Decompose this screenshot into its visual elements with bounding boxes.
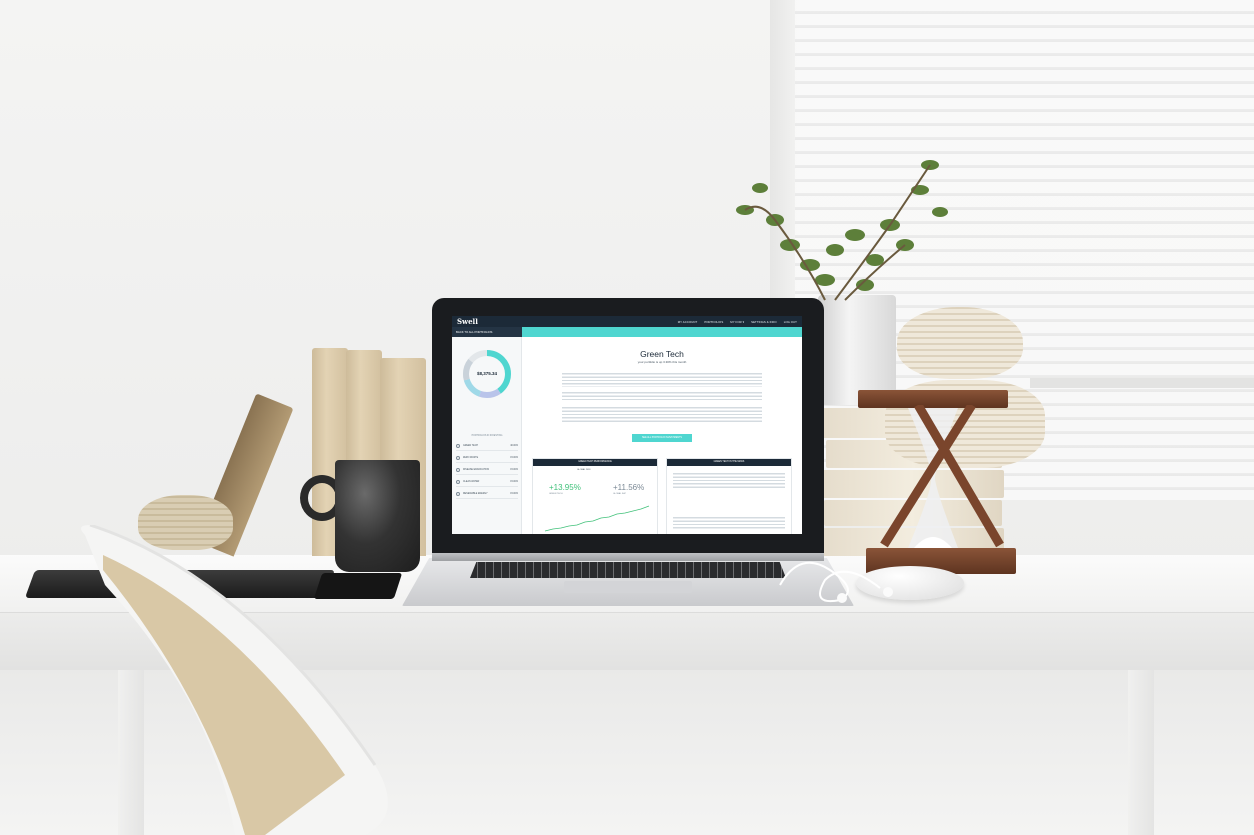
sidebar-item-pct: 15.00%: [510, 480, 518, 483]
app-logo[interactable]: Swell: [457, 317, 478, 326]
health-icon: [456, 467, 460, 472]
sidebar-item-label: DISEASE ERADICATION: [463, 468, 490, 471]
performance-card-title: GREEN TECH PERFORMANCE: [533, 459, 657, 466]
performance-line-chart: [544, 505, 650, 532]
portfolio-sidebar: $8,375.34 PORTFOLIOS IN INVESTING GREEN …: [452, 337, 522, 534]
green-tech-return-label: GREEN TECH: [549, 493, 563, 495]
portfolio-change-text: your portfolio is up 3.30% this month: [637, 360, 687, 364]
sidebar-item-pct: 15.00%: [510, 468, 518, 471]
energy-icon: [456, 491, 460, 496]
details-paragraph: [562, 407, 762, 424]
earphones: [779, 561, 893, 603]
recycle-icon: [456, 455, 460, 460]
news-card: GREEN TECH IN THE NEWS: [666, 458, 792, 534]
sidebar-header: PORTFOLIOS IN INVESTING: [471, 435, 503, 437]
woven-jar-lid: [897, 307, 1023, 379]
nav-item-portfolios[interactable]: PORTFOLIOS: [704, 320, 723, 324]
sidebar-item-label: GREEN TECH: [463, 444, 479, 447]
sidebar-item-green-tech[interactable]: GREEN TECH 40.00%: [456, 441, 518, 451]
laptop-screen: Swell MY ACCOUNT PORTFOLIOS MY FOR ▾ SET…: [452, 316, 802, 534]
sidebar-item-label: RENEWABLE ENERGY: [463, 492, 488, 495]
desk-leg-right: [1128, 668, 1154, 835]
leaf-icon: [456, 443, 460, 448]
news-item[interactable]: [673, 473, 785, 489]
performance-card: GREEN TECH PERFORMANCE GLOBAL 2018 +13.9…: [532, 458, 658, 534]
water-drop-icon: [456, 479, 460, 484]
news-item[interactable]: [673, 517, 785, 529]
sidebar-item-pct: 40.00%: [510, 444, 518, 447]
laptop-keyboard: [470, 562, 786, 578]
laptop-trackpad: [564, 581, 692, 593]
nav-item-logout[interactable]: LOG OUT: [784, 320, 797, 324]
hourglass-frame: [880, 405, 1004, 548]
sidebar-item-renewable[interactable]: RENEWABLE ENERGY 15.00%: [456, 489, 518, 499]
global-return-label: GLOBAL S&P: [613, 493, 626, 495]
nav-menu: MY ACCOUNT PORTFOLIOS MY FOR ▾ SETTINGS …: [678, 320, 797, 324]
portfolio-total: $8,375.34: [476, 371, 498, 376]
global-return: +11.56%: [613, 483, 645, 492]
range-select[interactable]: GLOBAL 2018: [577, 469, 590, 471]
accent-banner: [522, 327, 802, 337]
nav-item-my-for[interactable]: MY FOR ▾: [730, 320, 744, 324]
laptop-hinge: [432, 553, 824, 561]
desk-chair: [81, 525, 388, 835]
sidebar-item-zero-waste[interactable]: ZERO WASTE 15.00%: [456, 453, 518, 463]
description-paragraph: [562, 392, 762, 402]
nav-item-my-account[interactable]: MY ACCOUNT: [678, 320, 698, 324]
page-title: Green Tech: [640, 349, 684, 359]
see-investments-button[interactable]: SEE ALL PORTFOLIO INVESTMENTS: [632, 434, 692, 442]
desk-scene: Swell MY ACCOUNT PORTFOLIOS MY FOR ▾ SET…: [0, 0, 1254, 835]
window-sill: [1030, 378, 1254, 388]
portfolio-main: Green Tech your portfolio is up 3.30% th…: [522, 337, 802, 534]
green-tech-return: +13.95%: [549, 483, 581, 492]
nav-item-settings[interactable]: SETTINGS & INFO: [751, 320, 777, 324]
sidebar-item-clean-water[interactable]: CLEAN WATER 15.00%: [456, 477, 518, 487]
back-link[interactable]: BACK TO ALL PORTFOLIOS: [452, 327, 522, 337]
news-card-title: GREEN TECH IN THE NEWS: [667, 459, 791, 466]
sidebar-item-pct: 15.00%: [510, 456, 518, 459]
app-navbar: Swell MY ACCOUNT PORTFOLIOS MY FOR ▾ SET…: [452, 316, 802, 327]
sidebar-item-label: ZERO WASTE: [463, 456, 479, 459]
sidebar-item-pct: 15.00%: [510, 492, 518, 495]
plant-pot: [818, 295, 896, 405]
intro-paragraph: [562, 373, 762, 387]
sidebar-item-label: CLEAN WATER: [463, 480, 480, 483]
sidebar-item-disease[interactable]: DISEASE ERADICATION 15.00%: [456, 465, 518, 475]
jade-plant: [736, 160, 948, 301]
